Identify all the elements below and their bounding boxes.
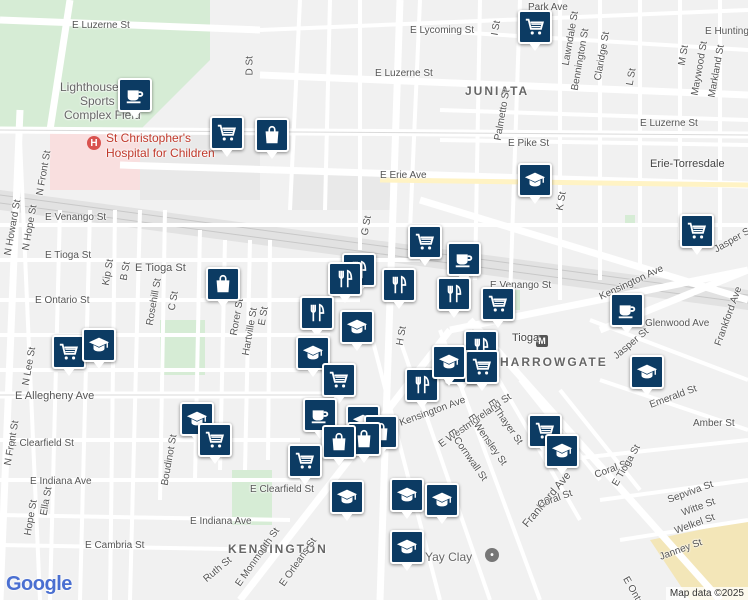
street-label: Amber St bbox=[693, 418, 735, 429]
bag-icon bbox=[353, 428, 375, 450]
restaurant-icon bbox=[443, 283, 465, 305]
street-label: E Cambria St bbox=[85, 540, 145, 551]
school-icon bbox=[346, 316, 368, 338]
school-icon bbox=[302, 342, 324, 364]
google-logo: Google bbox=[6, 573, 72, 595]
school-icon bbox=[396, 484, 418, 506]
restaurant-icon bbox=[411, 374, 433, 396]
street-label: E Lycoming St bbox=[410, 25, 475, 36]
street-label: E Clearfield St bbox=[250, 484, 314, 495]
marker-cart[interactable] bbox=[518, 10, 552, 51]
marker-cart[interactable] bbox=[210, 116, 244, 157]
cart-icon bbox=[328, 369, 350, 391]
school-icon bbox=[636, 361, 658, 383]
marker-coffee[interactable] bbox=[118, 78, 152, 119]
cart-icon bbox=[487, 293, 509, 315]
marker-school[interactable] bbox=[518, 163, 552, 204]
park-label: Lighthouse bbox=[60, 80, 119, 94]
cart-icon bbox=[414, 231, 436, 253]
marker-restaurant[interactable] bbox=[437, 277, 471, 318]
marker-cart[interactable] bbox=[198, 423, 232, 464]
park-label: Sports bbox=[80, 94, 115, 108]
street-label: E Indiana Ave bbox=[30, 476, 92, 487]
bag-icon bbox=[328, 431, 350, 453]
coffee-icon bbox=[616, 299, 638, 321]
marker-school[interactable] bbox=[82, 328, 116, 369]
marker-restaurant[interactable] bbox=[382, 268, 416, 309]
marker-coffee[interactable] bbox=[447, 242, 481, 283]
marker-school[interactable] bbox=[545, 434, 579, 475]
street-label: E Venango St bbox=[45, 212, 107, 223]
map-canvas[interactable]: H M • E Luzerne St E Luzerne St E Lycomi… bbox=[0, 0, 748, 600]
street-label: E Huntingdon St bbox=[705, 26, 748, 37]
marker-school[interactable] bbox=[390, 478, 424, 519]
hospital-icon: H bbox=[87, 136, 101, 150]
location-pin-icon: • bbox=[485, 548, 499, 562]
marker-school[interactable] bbox=[425, 483, 459, 524]
neighborhood-label: JUNIATA bbox=[465, 84, 530, 98]
map-attribution[interactable]: Map data ©2025 bbox=[665, 587, 748, 600]
marker-restaurant[interactable] bbox=[328, 262, 362, 303]
restaurant-icon bbox=[334, 268, 356, 290]
school-icon bbox=[431, 489, 453, 511]
cart-icon bbox=[204, 429, 226, 451]
marker-school[interactable] bbox=[630, 355, 664, 396]
school-icon bbox=[396, 536, 418, 558]
street-label: E Indiana Ave bbox=[190, 516, 252, 527]
coffee-icon bbox=[453, 248, 475, 270]
street-label: Glenwood Ave bbox=[645, 318, 710, 329]
marker-restaurant[interactable] bbox=[300, 296, 334, 337]
street-label: E Clearfield St bbox=[10, 438, 74, 449]
restaurant-icon bbox=[388, 274, 410, 296]
bag-icon bbox=[212, 273, 234, 295]
bag-icon bbox=[261, 124, 283, 146]
marker-cart[interactable] bbox=[52, 335, 86, 376]
street-label: E Ontario St bbox=[35, 295, 90, 306]
cart-icon bbox=[524, 16, 546, 38]
street-label: D St bbox=[244, 56, 256, 76]
marker-school[interactable] bbox=[340, 310, 374, 351]
school-icon bbox=[524, 169, 546, 191]
marker-school[interactable] bbox=[330, 480, 364, 521]
street-label: E Erie Ave bbox=[380, 170, 427, 181]
street-label: E Luzerne St bbox=[375, 68, 433, 79]
marker-school[interactable] bbox=[432, 345, 466, 386]
street-label: E Allegheny Ave bbox=[15, 390, 95, 402]
school-icon bbox=[438, 351, 460, 373]
street-label: E Luzerne St bbox=[72, 20, 130, 31]
marker-cart[interactable] bbox=[680, 214, 714, 255]
street-label: E Tioga St bbox=[135, 262, 186, 274]
neighborhood-label: HARROWGATE bbox=[500, 355, 608, 369]
station-label: Tioga bbox=[512, 332, 540, 344]
school-icon bbox=[551, 440, 573, 462]
marker-coffee[interactable] bbox=[610, 293, 644, 334]
marker-bag[interactable] bbox=[206, 267, 240, 308]
restaurant-icon bbox=[306, 302, 328, 324]
school-icon bbox=[88, 334, 110, 356]
coffee-icon bbox=[124, 84, 146, 106]
street-label: E Pike St bbox=[508, 138, 550, 149]
marker-cart[interactable] bbox=[408, 225, 442, 266]
marker-cart[interactable] bbox=[322, 363, 356, 404]
street-label: E Luzerne St bbox=[640, 118, 698, 129]
cart-icon bbox=[686, 220, 708, 242]
marker-school[interactable] bbox=[390, 530, 424, 571]
hospital-label: Hospital for Children bbox=[106, 146, 215, 160]
marker-cart[interactable] bbox=[288, 444, 322, 485]
cart-icon bbox=[471, 356, 493, 378]
place-label: Yay Clay bbox=[425, 550, 473, 564]
marker-bag[interactable] bbox=[255, 118, 289, 159]
hospital-label: St Christopher's bbox=[106, 131, 191, 145]
cart-icon bbox=[294, 450, 316, 472]
coffee-icon bbox=[309, 404, 331, 426]
school-icon bbox=[336, 486, 358, 508]
cart-icon bbox=[216, 122, 238, 144]
street-label: Erie-Torresdale bbox=[650, 158, 725, 170]
street-label: E Tioga St bbox=[45, 250, 92, 261]
marker-bag[interactable] bbox=[322, 425, 356, 466]
marker-cart[interactable] bbox=[481, 287, 515, 328]
marker-cart[interactable] bbox=[465, 350, 499, 391]
cart-icon bbox=[58, 341, 80, 363]
